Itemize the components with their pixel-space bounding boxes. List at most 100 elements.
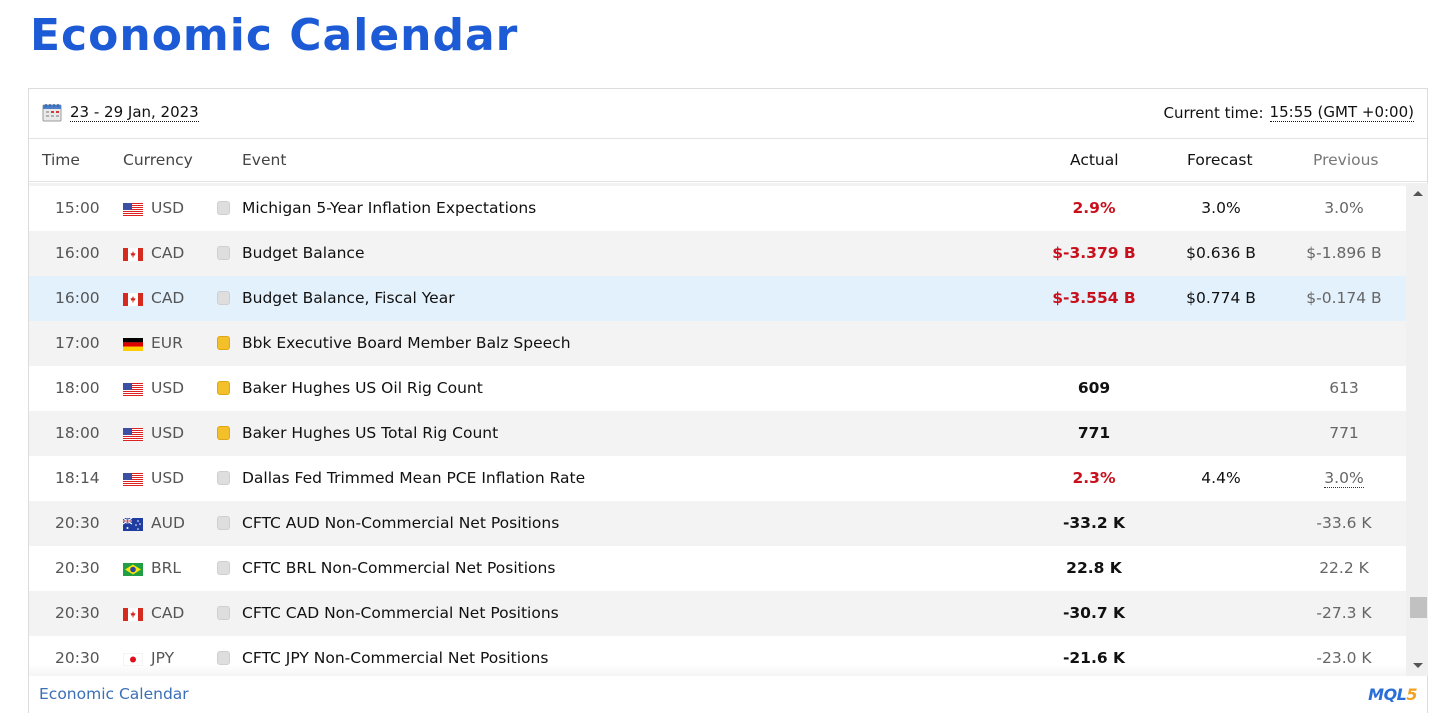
event-row[interactable]: 16:00 CAD Budget Balance, Fiscal Year $-3.5…	[29, 276, 1406, 321]
event-previous: 3.0%	[1283, 469, 1405, 488]
us-flag-icon	[123, 202, 143, 216]
scroll-up-arrow-icon[interactable]	[1413, 191, 1423, 196]
importance-low-icon	[217, 291, 230, 305]
event-actual: 22.8 K	[1066, 559, 1122, 577]
importance-low-icon	[217, 561, 230, 575]
event-time: 20:30	[55, 514, 100, 532]
timezone-selector[interactable]: 15:55 (GMT +0:00)	[1269, 103, 1414, 122]
date-range-label[interactable]: 23 - 29 Jan, 2023	[70, 103, 199, 122]
importance-low-icon	[217, 246, 230, 260]
current-time-label: Current time:	[1163, 103, 1264, 122]
event-previous-value: $-0.174 B	[1306, 289, 1382, 307]
event-name[interactable]: Bbk Executive Board Member Balz Speech	[242, 334, 571, 352]
event-row[interactable]: 18:00 USD Baker Hughes US Total Rig Count 7…	[29, 411, 1406, 456]
event-time: 16:00	[55, 244, 100, 262]
event-time: 20:30	[55, 559, 100, 577]
event-name[interactable]: CFTC CAD Non-Commercial Net Positions	[242, 604, 559, 622]
event-name[interactable]: Baker Hughes US Total Rig Count	[242, 424, 498, 442]
event-name[interactable]: Budget Balance	[242, 244, 365, 262]
event-name[interactable]: CFTC AUD Non-Commercial Net Positions	[242, 514, 559, 532]
date-range-selector[interactable]: 23 - 29 Jan, 2023	[42, 103, 199, 122]
event-name[interactable]: Budget Balance, Fiscal Year	[242, 289, 455, 307]
de-flag-icon	[123, 337, 143, 351]
event-actual: 2.9%	[1072, 199, 1116, 217]
importance-low-icon	[217, 471, 230, 485]
event-forecast: 3.0%	[1201, 199, 1241, 217]
event-previous-value[interactable]: 3.0%	[1324, 469, 1364, 488]
event-currency: USD	[151, 469, 185, 487]
us-flag-icon	[123, 427, 143, 441]
column-header-actual: Actual	[1070, 151, 1119, 169]
event-currency: USD	[151, 199, 185, 217]
event-time: 15:00	[55, 199, 100, 217]
mql5-logo[interactable]: MQL5	[1368, 685, 1417, 704]
event-actual: 2.3%	[1072, 469, 1116, 487]
event-time: 18:00	[55, 424, 100, 442]
event-name[interactable]: Dallas Fed Trimmed Mean PCE Inflation Ra…	[242, 469, 585, 487]
events-list: 15:00 USD Michigan 5-Year Inflation Expect…	[29, 183, 1428, 676]
event-currency: CAD	[151, 244, 185, 262]
table-header: Time Currency Event Actual Forecast Prev…	[29, 139, 1427, 182]
ca-flag-icon	[123, 607, 143, 621]
event-row[interactable]: 16:00 CAD Budget Balance $-3.379 B $0.636 B $…	[29, 231, 1406, 276]
event-name[interactable]: Michigan 5-Year Inflation Expectations	[242, 199, 536, 217]
event-time: 16:00	[55, 289, 100, 307]
event-actual: -33.2 K	[1062, 514, 1126, 532]
calendar-toolbar: 23 - 29 Jan, 2023 Current time: 15:55 (G…	[29, 89, 1427, 139]
event-actual: -30.7 K	[1062, 604, 1126, 622]
au-flag-icon	[122, 517, 143, 531]
event-actual: $-3.554 B	[1052, 289, 1136, 307]
column-header-currency: Currency	[123, 151, 193, 169]
event-currency: EUR	[151, 334, 183, 352]
event-row[interactable]: 17:00 EUR Bbk Executive Board Member Balz …	[29, 321, 1406, 366]
scrollbar[interactable]	[1406, 183, 1428, 676]
event-previous: -33.6 K	[1283, 514, 1405, 532]
us-flag-icon	[123, 382, 143, 396]
event-currency: CAD	[151, 289, 185, 307]
event-name[interactable]: Baker Hughes US Oil Rig Count	[242, 379, 483, 397]
scroll-down-arrow-icon[interactable]	[1413, 663, 1423, 668]
event-row[interactable]: 18:14 USD Dallas Fed Trimmed Mean PCE Infl…	[29, 456, 1406, 501]
event-previous-value: 22.2 K	[1319, 559, 1369, 577]
event-actual: 771	[1077, 424, 1111, 442]
event-row[interactable]: 15:00 USD Michigan 5-Year Inflation Expect…	[29, 186, 1406, 231]
event-row[interactable]: 18:00 USD Baker Hughes US Oil Rig Count 609…	[29, 366, 1406, 411]
event-previous-value: 613	[1329, 379, 1359, 397]
event-actual: $-3.379 B	[1052, 244, 1136, 262]
us-flag-icon	[123, 472, 143, 486]
importance-low-icon	[217, 516, 230, 530]
importance-medium-icon	[217, 336, 230, 350]
event-time: 20:30	[55, 604, 100, 622]
event-row[interactable]: 20:30 AUD CFTC AUD Non-Commercial Net Posi…	[29, 501, 1406, 546]
event-forecast: $0.636 B	[1186, 244, 1256, 262]
scrollbar-thumb[interactable]	[1410, 597, 1427, 618]
column-header-time: Time	[42, 151, 80, 169]
event-previous: 613	[1283, 379, 1405, 397]
event-currency: BRL	[151, 559, 182, 577]
event-previous-value: $-1.896 B	[1306, 244, 1382, 262]
event-previous: 771	[1283, 424, 1405, 442]
event-previous-value: 771	[1329, 424, 1359, 442]
event-time: 18:14	[55, 469, 100, 487]
economic-calendar-link[interactable]: Economic Calendar	[39, 685, 189, 703]
importance-low-icon	[217, 606, 230, 620]
event-previous-value: 3.0%	[1324, 199, 1364, 217]
column-header-previous: Previous	[1313, 151, 1379, 169]
event-row[interactable]: 20:30 BRL CFTC BRL Non-Commercial Net Posi…	[29, 546, 1406, 591]
page-title: Economic Calendar	[30, 10, 519, 61]
event-currency: AUD	[151, 514, 185, 532]
current-time: Current time: 15:55 (GMT +0:00)	[1163, 103, 1414, 122]
event-name[interactable]: CFTC BRL Non-Commercial Net Positions	[242, 559, 555, 577]
event-actual: 609	[1077, 379, 1111, 397]
importance-low-icon	[217, 201, 230, 215]
event-previous: $-1.896 B	[1283, 244, 1405, 262]
event-time: 17:00	[55, 334, 100, 352]
event-currency: CAD	[151, 604, 185, 622]
event-previous-value: -33.6 K	[1316, 514, 1372, 532]
event-previous: $-0.174 B	[1283, 289, 1405, 307]
column-header-forecast: Forecast	[1187, 151, 1253, 169]
event-previous-value: -27.3 K	[1316, 604, 1372, 622]
event-row[interactable]: 20:30 CAD CFTC CAD Non-Commercial Net Posi…	[29, 591, 1406, 636]
event-previous: 22.2 K	[1283, 559, 1405, 577]
ca-flag-icon	[123, 292, 143, 306]
